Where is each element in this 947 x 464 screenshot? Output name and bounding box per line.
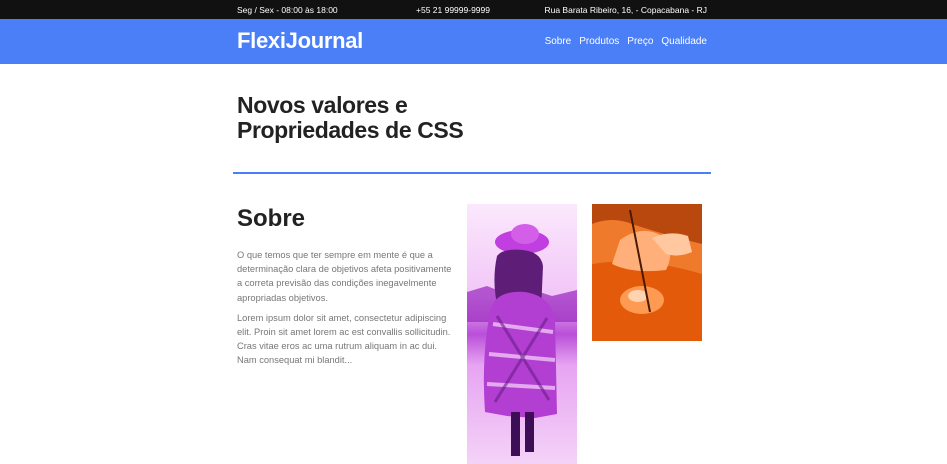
business-hours: Seg / Sex - 08:00 às 18:00 xyxy=(237,5,338,15)
about-paragraph-1: O que temos que ter sempre em mente é qu… xyxy=(237,250,452,303)
about-text: O que temos que ter sempre em mente é qu… xyxy=(237,248,459,374)
woman-in-hat-photo xyxy=(467,204,577,464)
nav-link-produtos[interactable]: Produtos xyxy=(579,36,619,47)
address: Rua Barata Ribeiro, 16, - Copacabana - R… xyxy=(544,5,707,15)
site-logo[interactable]: FlexiJournal xyxy=(237,28,363,54)
nav-link-qualidade[interactable]: Qualidade xyxy=(661,36,707,47)
main-nav: Sobre Produtos Preço Qualidade xyxy=(545,36,707,47)
about-paragraph-2: Lorem ipsum dolor sit amet, consectetur … xyxy=(237,312,451,366)
hand-painting-photo xyxy=(592,204,702,341)
phone-number: +55 21 99999-9999 xyxy=(416,5,490,15)
nav-link-preco[interactable]: Preço xyxy=(627,36,653,47)
about-title: Sobre xyxy=(237,205,306,232)
top-info-bar: Seg / Sex - 08:00 às 18:00 +55 21 99999-… xyxy=(0,0,947,19)
site-header: FlexiJournal Sobre Produtos Preço Qualid… xyxy=(0,19,947,64)
section-divider xyxy=(233,172,711,174)
hero-title: Novos valores e Propriedades de CSS xyxy=(237,92,464,143)
nav-link-sobre[interactable]: Sobre xyxy=(545,36,572,47)
